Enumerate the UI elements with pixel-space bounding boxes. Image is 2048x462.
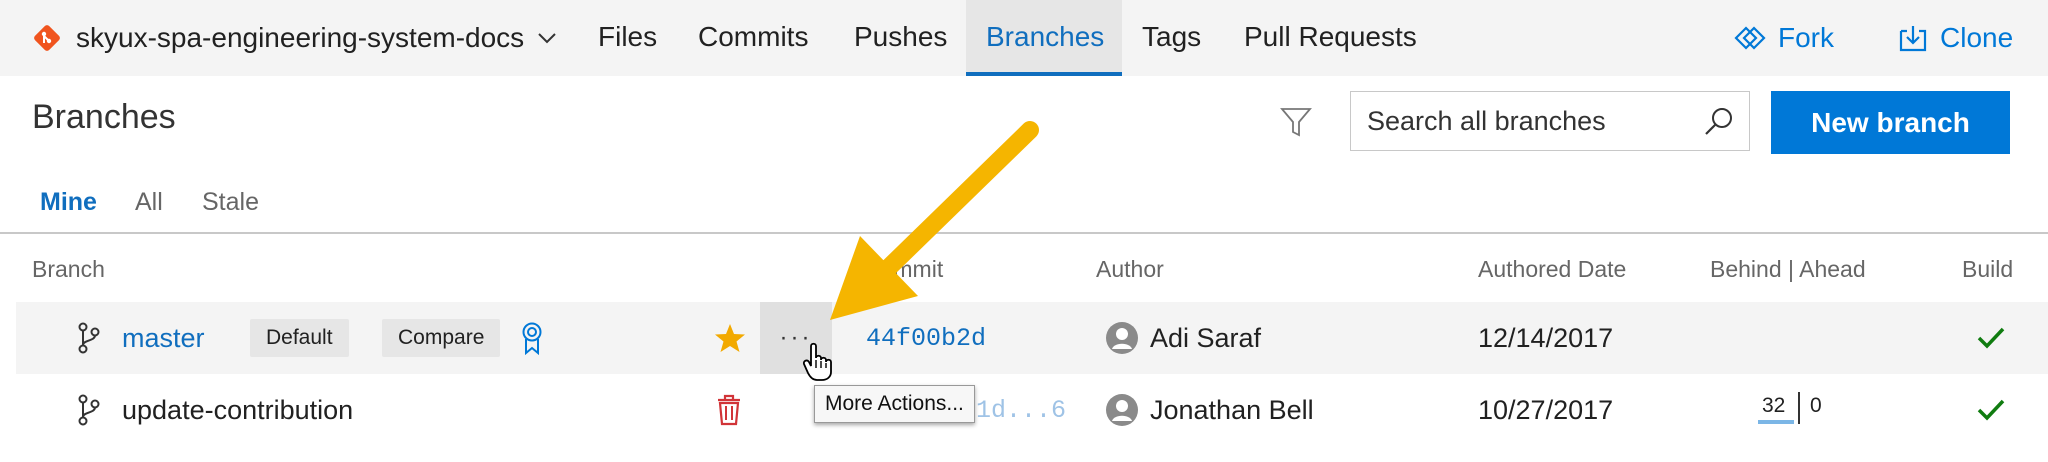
authored-date: 12/14/2017 xyxy=(1478,322,1614,353)
branch-icon-wrap xyxy=(74,302,104,374)
date-wrap: 12/14/2017 xyxy=(1478,302,1613,374)
behind-ahead-divider xyxy=(1798,392,1800,424)
author-name: Adi Saraf xyxy=(1150,322,1262,353)
fork-label: Fork xyxy=(1778,22,1834,53)
commit-wrap: 1d...6 xyxy=(976,374,1066,446)
build-wrap xyxy=(1976,302,2006,374)
pivot-stale[interactable]: Stale xyxy=(202,188,259,217)
branch-link-update-contribution[interactable]: update-contribution xyxy=(122,395,353,426)
tab-pull-requests[interactable]: Pull Requests xyxy=(1224,0,1437,76)
tab-tags[interactable]: Tags xyxy=(1122,0,1221,76)
fork-button[interactable]: Fork xyxy=(1732,0,1834,76)
chevron-down-icon xyxy=(538,33,556,44)
column-header-branch[interactable]: Branch xyxy=(32,256,105,283)
delete-wrap xyxy=(716,374,742,446)
new-branch-button[interactable]: New branch xyxy=(1771,91,2010,154)
fork-icon xyxy=(1734,26,1766,50)
trash-icon[interactable] xyxy=(716,394,742,426)
tab-pushes[interactable]: Pushes xyxy=(834,0,967,76)
author-wrap: Adi Saraf xyxy=(1106,302,1261,374)
more-actions-tooltip: More Actions... xyxy=(814,385,975,423)
repo-selector[interactable]: skyux-spa-engineering-system-docs xyxy=(32,0,558,76)
branch-icon xyxy=(78,394,100,426)
tab-files[interactable]: Files xyxy=(578,0,677,76)
clone-label: Clone xyxy=(1940,22,2014,53)
clone-button[interactable]: Clone xyxy=(1898,0,2013,76)
top-nav-bar: skyux-spa-engineering-system-docs Files … xyxy=(0,0,2048,76)
behind-bar xyxy=(1758,420,1794,424)
compare-badge[interactable]: Compare xyxy=(382,319,501,357)
filter-icon[interactable] xyxy=(1280,106,1312,138)
branch-name-wrap: update-contribution xyxy=(122,374,353,446)
branch-policy-icon[interactable] xyxy=(520,321,544,355)
tab-commits[interactable]: Commits xyxy=(678,0,828,76)
authored-date: 10/27/2017 xyxy=(1478,394,1614,425)
table-row[interactable]: update-contribution 1d...6 Jonathan Bell… xyxy=(16,374,2048,446)
policy-icon-wrap xyxy=(520,302,544,374)
star-icon[interactable] xyxy=(714,322,746,354)
default-badge: Default xyxy=(250,319,349,357)
behind-count: 32 xyxy=(1762,394,1786,417)
column-header-behind-ahead[interactable]: Behind | Ahead xyxy=(1710,256,1866,283)
column-header-author[interactable]: Author xyxy=(1096,256,1164,283)
column-header-authored-date[interactable]: Authored Date xyxy=(1478,256,1626,283)
date-wrap: 10/27/2017 xyxy=(1478,374,1613,446)
pivot-all[interactable]: All xyxy=(135,188,163,217)
column-header-build[interactable]: Build xyxy=(1962,256,2013,283)
author-name: Jonathan Bell xyxy=(1150,394,1314,425)
avatar xyxy=(1106,394,1138,426)
page-title: Branches xyxy=(32,98,176,136)
avatar xyxy=(1106,322,1138,354)
search-icon[interactable] xyxy=(1703,106,1735,138)
hand-cursor-icon xyxy=(802,342,832,381)
git-diamond-icon xyxy=(34,25,60,51)
search-input[interactable] xyxy=(1351,92,1681,150)
branch-link-master[interactable]: master xyxy=(122,323,205,354)
branch-name-wrap: master xyxy=(122,302,205,374)
favorite-wrap xyxy=(714,302,746,374)
build-succeeded-icon[interactable] xyxy=(1976,395,2006,425)
build-succeeded-icon[interactable] xyxy=(1976,323,2006,353)
build-wrap xyxy=(1976,374,2006,446)
repo-name: skyux-spa-engineering-system-docs xyxy=(76,22,525,53)
branch-icon-wrap xyxy=(74,374,104,446)
search-box xyxy=(1350,91,1750,151)
commit-id-link[interactable]: 1d...6 xyxy=(976,396,1066,425)
pivot-mine[interactable]: Mine xyxy=(40,188,97,217)
clone-icon xyxy=(1899,26,1927,52)
branch-icon xyxy=(78,322,100,354)
annotation-arrow-icon xyxy=(830,121,1039,320)
tab-branches[interactable]: Branches xyxy=(966,0,1122,76)
ahead-count: 0 xyxy=(1810,394,1822,417)
author-wrap: Jonathan Bell xyxy=(1106,374,1314,446)
